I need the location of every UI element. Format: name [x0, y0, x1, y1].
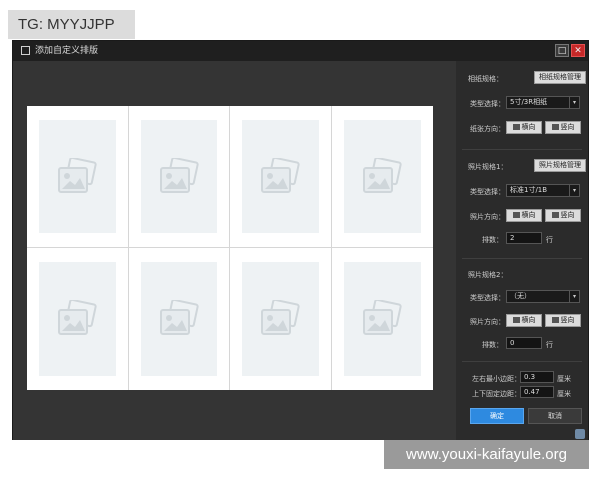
paper-direction-label: 纸张方向： — [470, 125, 505, 133]
divider — [462, 361, 582, 362]
ok-button[interactable]: 确定 — [470, 408, 524, 424]
photo-slot[interactable] — [331, 106, 433, 248]
photo1-landscape-button[interactable]: 横向 — [506, 209, 542, 222]
rows1-input[interactable]: 2 — [506, 232, 542, 244]
tb-margin-unit: 厘米 — [557, 390, 571, 398]
image-placeholder-icon — [242, 262, 319, 376]
divider — [462, 258, 582, 259]
photo1-type-select[interactable]: 标准1寸/1B ▾ — [506, 184, 580, 197]
cancel-button[interactable]: 取消 — [528, 408, 582, 424]
divider — [462, 149, 582, 150]
rows2-input[interactable]: 0 — [506, 337, 542, 349]
helper-icon[interactable] — [575, 429, 585, 439]
photo-slot[interactable] — [27, 248, 129, 390]
layout-preview-area — [13, 61, 456, 440]
paper-landscape-button[interactable]: 横向 — [506, 121, 542, 134]
lr-margin-unit: 厘米 — [557, 375, 571, 383]
lr-margin-input[interactable]: 0.3 — [520, 371, 554, 383]
watermark: www.youxi-kaifayule.org — [384, 440, 589, 469]
photo1-direction-label: 照片方向： — [470, 213, 505, 221]
photo-slot[interactable] — [230, 248, 332, 390]
photo2-direction-label: 照片方向： — [470, 318, 505, 326]
title-bar[interactable]: 添加自定义排版 □ ✕ — [13, 41, 588, 61]
tb-margin-input[interactable]: 0.47 — [520, 386, 554, 398]
app-icon — [21, 46, 30, 55]
photo-slot[interactable] — [128, 106, 230, 248]
image-placeholder-icon — [39, 120, 116, 233]
photo2-landscape-button[interactable]: 横向 — [506, 314, 542, 327]
paper-portrait-button[interactable]: 竖向 — [545, 121, 581, 134]
photo2-type-select[interactable]: （无） ▾ — [506, 290, 580, 303]
rows1-label: 排数： — [482, 236, 503, 244]
photo-spec-manage-button[interactable]: 照片规格管理 — [534, 159, 586, 172]
lr-margin-label: 左右最小边距： — [472, 375, 521, 383]
window-title: 添加自定义排版 — [35, 46, 99, 56]
settings-panel: 相纸规格： 相纸规格管理 类型选择： 5寸/3R相纸 ▾ 纸张方向： 横向 竖向 … — [456, 61, 588, 440]
overlay-tag: TG: MYYJJPP — [8, 10, 135, 39]
paper-spec-label: 相纸规格： — [468, 75, 503, 83]
photo-slot[interactable] — [27, 106, 129, 248]
paper-sheet — [27, 106, 433, 390]
rows1-unit: 行 — [546, 236, 553, 244]
photo1-type-label: 类型选择： — [470, 188, 505, 196]
tb-margin-label: 上下固定边距： — [472, 390, 521, 398]
paper-type-select[interactable]: 5寸/3R相纸 ▾ — [506, 96, 580, 109]
image-placeholder-icon — [343, 262, 421, 376]
image-placeholder-icon — [242, 120, 319, 233]
photo2-type-label: 类型选择： — [470, 294, 505, 302]
rows2-unit: 行 — [546, 341, 553, 349]
paper-type-label: 类型选择： — [470, 100, 505, 108]
image-placeholder-icon — [39, 262, 116, 376]
dialog-window: 添加自定义排版 □ ✕ 相纸规格： 相纸规格管理 类型选择： 5寸/3R相纸 ▾ … — [12, 40, 589, 440]
photo-slot[interactable] — [332, 248, 434, 390]
photo-spec2-label: 照片规格2： — [468, 271, 508, 279]
photo-spec1-label: 照片规格1： — [468, 163, 508, 171]
image-placeholder-icon — [140, 262, 217, 376]
maximize-button[interactable]: □ — [555, 44, 569, 57]
close-button[interactable]: ✕ — [571, 44, 585, 57]
photo-slot[interactable] — [230, 106, 332, 248]
photo2-portrait-button[interactable]: 竖向 — [545, 314, 581, 327]
photo1-portrait-button[interactable]: 竖向 — [545, 209, 581, 222]
paper-spec-manage-button[interactable]: 相纸规格管理 — [534, 71, 586, 84]
image-placeholder-icon — [343, 120, 421, 233]
image-placeholder-icon — [140, 120, 217, 233]
rows2-label: 排数： — [482, 341, 503, 349]
photo-slot[interactable] — [129, 248, 230, 390]
